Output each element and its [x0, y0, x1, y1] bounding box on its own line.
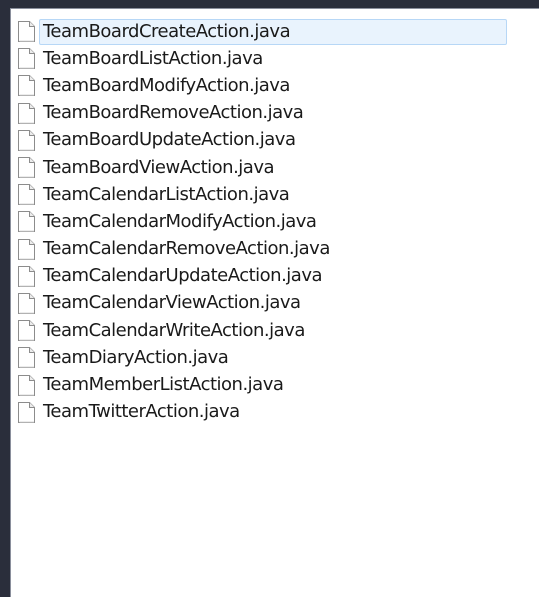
file-name: TeamBoardListAction.java	[43, 47, 263, 69]
java-file-icon	[17, 346, 36, 369]
file-name: TeamCalendarRemoveAction.java	[43, 238, 330, 260]
file-name: TeamCalendarWriteAction.java	[43, 319, 305, 341]
java-file-icon	[17, 20, 36, 43]
file-list-item[interactable]: TeamBoardRemoveAction.java	[17, 100, 539, 127]
java-file-icon	[17, 74, 36, 97]
java-file-icon	[17, 238, 36, 261]
file-list-item[interactable]: TeamBoardCreateAction.java	[17, 18, 539, 45]
file-list-item[interactable]: TeamBoardViewAction.java	[17, 154, 539, 181]
file-list-item[interactable]: TeamDiaryAction.java	[17, 344, 539, 371]
file-list-item[interactable]: TeamBoardListAction.java	[17, 45, 539, 72]
file-list-item[interactable]: TeamTwitterAction.java	[17, 399, 539, 426]
file-name: TeamBoardViewAction.java	[43, 156, 275, 178]
file-list-item[interactable]: TeamCalendarModifyAction.java	[17, 208, 539, 235]
file-name: TeamCalendarModifyAction.java	[43, 210, 317, 232]
java-file-icon	[17, 156, 36, 179]
file-list-item[interactable]: TeamCalendarRemoveAction.java	[17, 236, 539, 263]
file-list-item[interactable]: TeamCalendarUpdateAction.java	[17, 263, 539, 290]
file-name: TeamBoardModifyAction.java	[43, 74, 290, 96]
file-name: TeamDiaryAction.java	[43, 346, 229, 368]
java-file-icon	[17, 401, 36, 424]
java-file-icon	[17, 319, 36, 342]
file-name: TeamMemberListAction.java	[43, 374, 284, 396]
java-file-icon	[17, 292, 36, 315]
java-file-icon	[17, 374, 36, 397]
java-file-icon	[17, 47, 36, 70]
file-list-item[interactable]: TeamCalendarViewAction.java	[17, 290, 539, 317]
file-name: TeamBoardRemoveAction.java	[43, 102, 304, 124]
file-name: TeamCalendarViewAction.java	[43, 292, 301, 314]
file-name: TeamBoardCreateAction.java	[39, 18, 507, 45]
file-name: TeamTwitterAction.java	[43, 401, 240, 423]
file-name: TeamCalendarUpdateAction.java	[43, 265, 323, 287]
window-background: TeamBoardCreateAction.java TeamBoardList…	[0, 0, 539, 597]
file-list-item[interactable]: TeamCalendarListAction.java	[17, 181, 539, 208]
java-file-icon	[17, 265, 36, 288]
file-list-item[interactable]: TeamBoardUpdateAction.java	[17, 127, 539, 154]
file-explorer-pane[interactable]: TeamBoardCreateAction.java TeamBoardList…	[10, 8, 539, 597]
java-file-icon	[17, 102, 36, 125]
file-list: TeamBoardCreateAction.java TeamBoardList…	[17, 18, 539, 426]
file-list-item[interactable]: TeamBoardModifyAction.java	[17, 72, 539, 99]
java-file-icon	[17, 183, 36, 206]
java-file-icon	[17, 129, 36, 152]
file-list-item[interactable]: TeamMemberListAction.java	[17, 371, 539, 398]
file-list-item[interactable]: TeamCalendarWriteAction.java	[17, 317, 539, 344]
java-file-icon	[17, 210, 36, 233]
file-name: TeamCalendarListAction.java	[43, 183, 290, 205]
file-name: TeamBoardUpdateAction.java	[43, 129, 296, 151]
